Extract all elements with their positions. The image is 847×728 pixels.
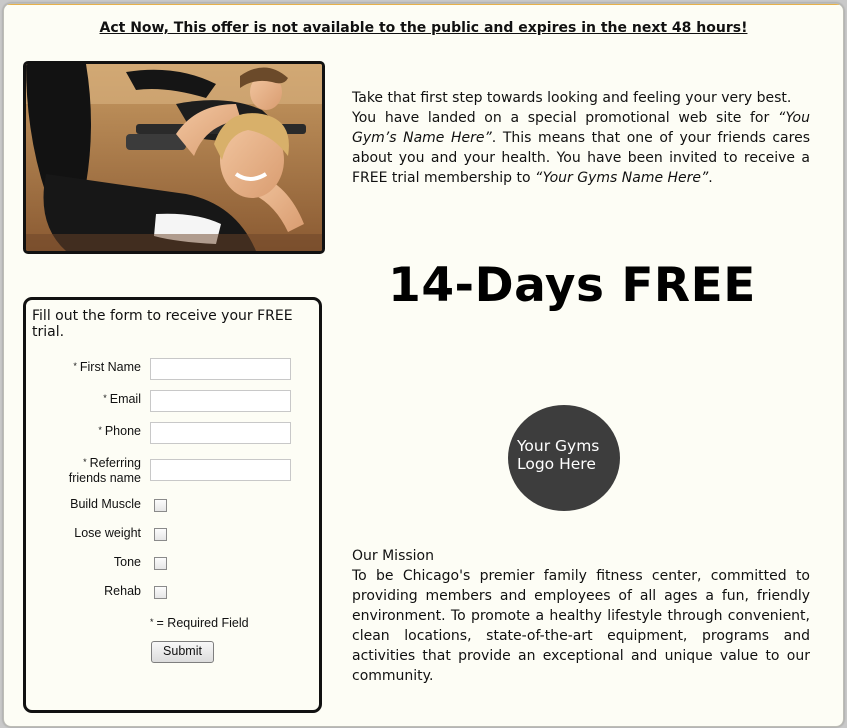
intro-text-a: You have landed on a special promotional… [352, 110, 778, 126]
first-name-label: * First Name [73, 360, 141, 374]
intro-text-c: . [708, 170, 713, 186]
required-marker: * [98, 425, 102, 435]
required-marker: * [73, 361, 77, 371]
mission-title: Our Mission [352, 548, 434, 564]
page-frame: Act Now, This offer is not available to … [3, 3, 844, 727]
submit-button[interactable]: Submit [151, 641, 214, 663]
required-field-note: * = Required Field [150, 616, 249, 630]
logo-text: Your Gyms Logo Here [517, 437, 600, 473]
gym-name-placeholder-2: “Your Gyms Name Here” [535, 170, 709, 186]
intro-line-1: Take that first step towards looking and… [352, 90, 792, 106]
lose-weight-label: Lose weight [74, 526, 141, 540]
fitness-class-photo [23, 61, 325, 254]
free-trial-offer: 14-Days FREE [388, 258, 756, 313]
referring-friend-label: * Referring friends name [68, 456, 141, 485]
lose-weight-checkbox[interactable] [154, 528, 167, 541]
tone-checkbox[interactable] [154, 557, 167, 570]
mission-text: To be Chicago's premier family fitness c… [352, 568, 810, 684]
referring-friend-input[interactable] [150, 459, 291, 481]
offer-headline: Act Now, This offer is not available to … [99, 20, 748, 36]
fitness-photo-illustration [26, 64, 322, 251]
required-marker: * [103, 393, 107, 403]
build-muscle-label: Build Muscle [70, 497, 141, 511]
trial-signup-form: Fill out the form to receive your FREE t… [23, 297, 322, 713]
phone-input[interactable] [150, 422, 291, 444]
top-accent-bar [4, 4, 843, 5]
build-muscle-checkbox[interactable] [154, 499, 167, 512]
required-marker: * [83, 457, 87, 467]
email-label: * Email [103, 392, 141, 406]
first-name-input[interactable] [150, 358, 291, 380]
form-title: Fill out the form to receive your FREE t… [32, 308, 293, 340]
rehab-label: Rehab [104, 584, 141, 598]
intro-paragraph: Take that first step towards looking and… [352, 88, 810, 188]
phone-label: * Phone [98, 424, 141, 438]
email-input[interactable] [150, 390, 291, 412]
rehab-checkbox[interactable] [154, 586, 167, 599]
gym-logo-placeholder: Your Gyms Logo Here [508, 405, 620, 511]
tone-label: Tone [113, 555, 141, 569]
mission-section: Our Mission To be Chicago's premier fami… [352, 546, 810, 686]
required-marker: * [150, 617, 154, 627]
